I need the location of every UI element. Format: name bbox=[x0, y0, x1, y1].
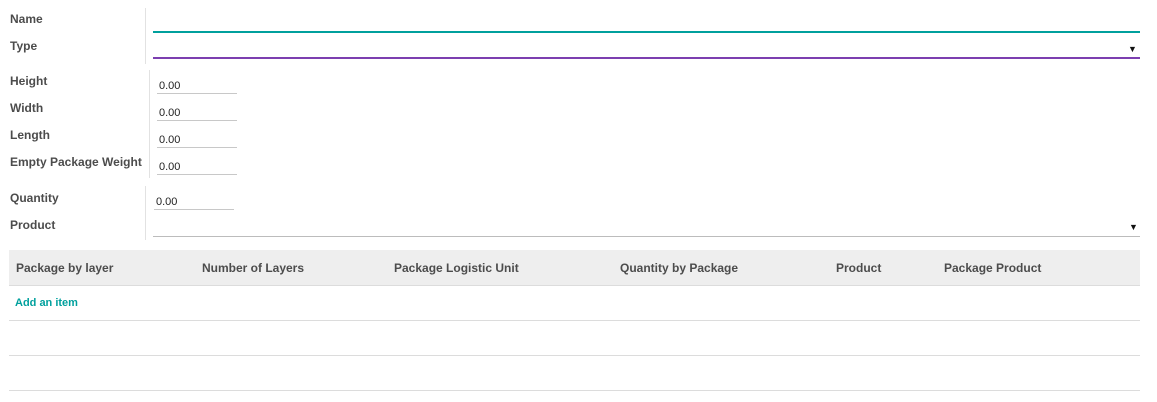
quantity-label: Quantity bbox=[10, 191, 59, 205]
packaging-table-header: Package by layer Number of Layers Packag… bbox=[9, 250, 1140, 286]
empty-package-weight-input[interactable] bbox=[157, 155, 237, 175]
height-input[interactable] bbox=[157, 74, 237, 94]
column-product[interactable]: Product bbox=[836, 261, 881, 275]
column-package-logistic-unit[interactable]: Package Logistic Unit bbox=[394, 261, 519, 275]
product-label: Product bbox=[10, 218, 56, 232]
column-number-of-layers[interactable]: Number of Layers bbox=[202, 261, 304, 275]
width-input[interactable] bbox=[157, 101, 237, 121]
type-label: Type bbox=[10, 39, 38, 53]
product-select[interactable] bbox=[153, 218, 1140, 237]
width-label: Width bbox=[10, 101, 44, 115]
table-row-divider bbox=[9, 355, 1140, 356]
length-label: Length bbox=[10, 128, 50, 142]
label-separator bbox=[145, 8, 146, 64]
type-chevron-down-icon[interactable]: ▼ bbox=[1128, 44, 1137, 54]
dimensions-separator bbox=[149, 70, 150, 178]
length-input[interactable] bbox=[157, 128, 237, 148]
height-label: Height bbox=[10, 74, 48, 88]
name-input[interactable] bbox=[153, 12, 1140, 33]
empty-package-weight-label: Empty Package Weight bbox=[10, 155, 142, 169]
name-label: Name bbox=[10, 12, 43, 26]
add-item-link[interactable]: Add an item bbox=[15, 297, 78, 309]
product-chevron-down-icon[interactable]: ▼ bbox=[1129, 222, 1138, 232]
table-row-divider bbox=[9, 390, 1140, 391]
package-type-form: Name Type ▼ Height Width Length Empty Pa… bbox=[0, 0, 1157, 402]
column-package-product[interactable]: Package Product bbox=[944, 261, 1041, 275]
quantity-separator bbox=[145, 186, 146, 240]
column-quantity-by-package[interactable]: Quantity by Package bbox=[620, 261, 738, 275]
type-select[interactable] bbox=[153, 38, 1140, 59]
quantity-input[interactable] bbox=[154, 190, 234, 210]
column-package-by-layer[interactable]: Package by layer bbox=[16, 261, 113, 275]
table-row-divider bbox=[9, 320, 1140, 321]
